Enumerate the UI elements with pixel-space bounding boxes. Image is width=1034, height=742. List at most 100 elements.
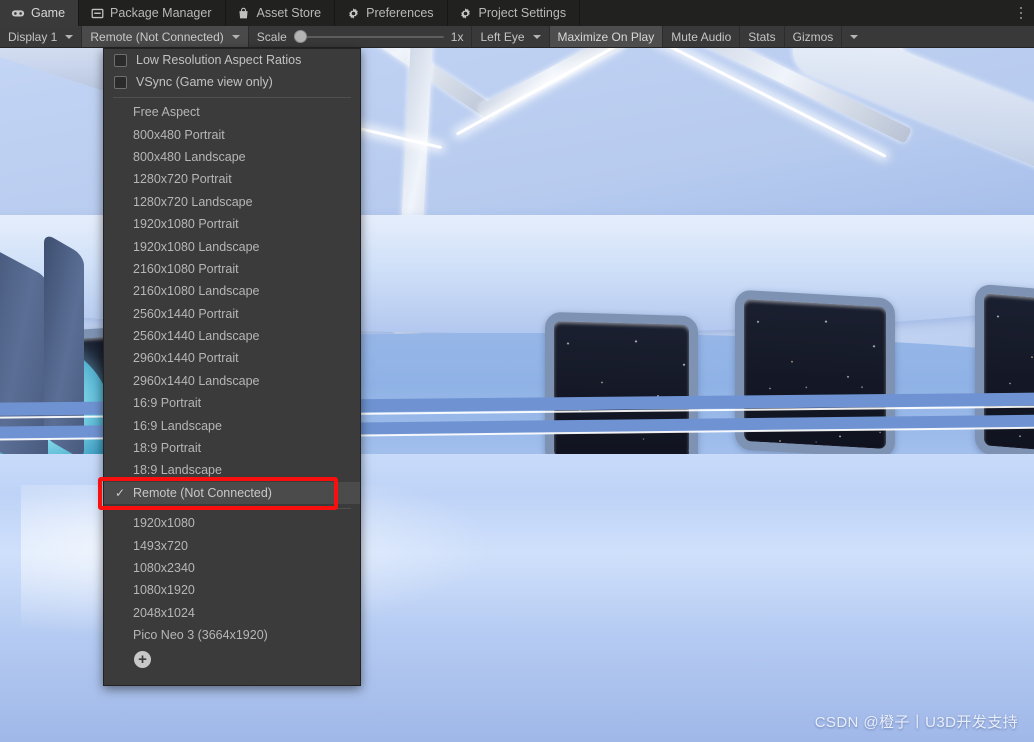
menu-item-800x480-landscape[interactable]: 800x480 Landscape bbox=[104, 146, 360, 168]
tab-package-manager[interactable]: Package Manager bbox=[79, 0, 226, 26]
menu-toggle-label: VSync (Game view only) bbox=[136, 75, 273, 89]
menu-item-label: 1920x1080 Portrait bbox=[133, 217, 239, 232]
watermark-text: CSDN @橙子丨U3D开发支持 bbox=[814, 714, 1018, 731]
scale-label: Scale bbox=[256, 29, 287, 44]
menu-item-2160x1080-portrait[interactable]: 2160x1080 Portrait bbox=[104, 258, 360, 280]
menu-item-label: 1080x1920 bbox=[133, 583, 195, 598]
menu-item-label: Pico Neo 3 (3664x1920) bbox=[133, 628, 268, 643]
eye-selector-dropdown[interactable]: Left Eye bbox=[472, 26, 550, 47]
chevron-down-icon bbox=[65, 34, 74, 39]
menu-item-2048x1024[interactable]: 2048x1024 bbox=[104, 602, 360, 624]
menu-item-label: 1080x2340 bbox=[133, 561, 195, 575]
tab-label: Project Settings bbox=[478, 6, 567, 20]
chevron-down-icon bbox=[532, 34, 541, 39]
menu-item-label: 2160x1080 Portrait bbox=[133, 261, 239, 276]
unity-game-view-window: Game Package Manager Asset Store Prefere… bbox=[0, 0, 1034, 742]
scale-slider[interactable] bbox=[293, 30, 444, 44]
menu-item-pico-neo-3[interactable]: Pico Neo 3 (3664x1920) bbox=[104, 624, 360, 646]
menu-item-free-aspect[interactable]: Free Aspect bbox=[104, 101, 360, 123]
menu-toggle-vsync[interactable]: VSync (Game view only) bbox=[104, 71, 360, 93]
editor-tab-bar: Game Package Manager Asset Store Prefere… bbox=[0, 0, 1034, 26]
menu-item-label: 1920x1080 bbox=[133, 516, 195, 531]
checkbox-unchecked-icon[interactable] bbox=[114, 53, 127, 67]
menu-item-label: 1280x720 Landscape bbox=[133, 194, 253, 209]
scale-control: Scale 1x bbox=[249, 26, 473, 47]
menu-item-18-9-portrait[interactable]: 18:9 Portrait bbox=[104, 437, 360, 459]
menu-item-label: 800x480 Portrait bbox=[133, 127, 225, 142]
menu-item-18-9-landscape[interactable]: 18:9 Landscape bbox=[104, 459, 360, 481]
display-selector-dropdown[interactable]: Display 1 bbox=[0, 26, 83, 47]
aspect-ratio-label: Remote (Not Connected) bbox=[90, 29, 224, 44]
gear-icon bbox=[346, 6, 360, 20]
shopping-bag-icon bbox=[237, 6, 251, 20]
aspect-ratio-dropdown[interactable]: Remote (Not Connected) bbox=[82, 26, 249, 47]
menu-item-label: 1493x720 bbox=[133, 538, 188, 553]
menu-item-1080x1920[interactable]: 1080x1920 bbox=[104, 579, 360, 601]
menu-item-16-9-portrait[interactable]: 16:9 Portrait bbox=[104, 392, 360, 414]
maximize-on-play-label: Maximize On Play bbox=[557, 29, 655, 44]
display-selector-label: Display 1 bbox=[8, 29, 58, 44]
menu-item-1493x720[interactable]: 1493x720 bbox=[104, 534, 360, 556]
tab-game[interactable]: Game bbox=[0, 0, 80, 26]
gizmos-dropdown[interactable] bbox=[842, 26, 864, 47]
menu-toggle-label: Low Resolution Aspect Ratios bbox=[136, 53, 302, 67]
menu-item-800x480-portrait[interactable]: 800x480 Portrait bbox=[104, 123, 360, 145]
eye-selector-label: Left Eye bbox=[480, 29, 525, 44]
menu-item-label: 2960x1440 Landscape bbox=[133, 373, 260, 388]
menu-item-label: 16:9 Portrait bbox=[133, 396, 202, 411]
menu-item-1280x720-portrait[interactable]: 1280x720 Portrait bbox=[104, 168, 360, 190]
chevron-down-icon bbox=[850, 34, 859, 39]
tab-asset-store[interactable]: Asset Store bbox=[226, 0, 336, 26]
mute-audio-button[interactable]: Mute Audio bbox=[663, 26, 741, 47]
scale-slider-track bbox=[293, 35, 444, 38]
gizmos-button[interactable]: Gizmos bbox=[785, 26, 843, 47]
menu-item-2560x1440-landscape[interactable]: 2560x1440 Landscape bbox=[104, 325, 360, 347]
chevron-down-icon bbox=[231, 34, 240, 39]
scene-window bbox=[975, 283, 1034, 463]
gear-icon bbox=[459, 6, 473, 20]
aspect-ratio-dropdown-menu: Low Resolution Aspect Ratios VSync (Game… bbox=[98, 48, 361, 686]
checkbox-unchecked-icon[interactable] bbox=[114, 75, 127, 89]
scale-value: 1x bbox=[450, 29, 464, 44]
menu-item-1280x720-landscape[interactable]: 1280x720 Landscape bbox=[104, 191, 360, 213]
menu-item-label: 2960x1440 Portrait bbox=[133, 351, 239, 366]
menu-item-2960x1440-portrait[interactable]: 2960x1440 Portrait bbox=[104, 347, 360, 369]
add-icon[interactable]: + bbox=[134, 650, 151, 668]
add-resolution-row: + bbox=[104, 646, 360, 672]
menu-item-2160x1080-landscape[interactable]: 2160x1080 Landscape bbox=[104, 280, 360, 302]
menu-item-1920x1080[interactable]: 1920x1080 bbox=[104, 512, 360, 534]
tab-label: Preferences bbox=[366, 6, 434, 20]
menu-separator bbox=[113, 508, 351, 510]
menu-item-2960x1440-landscape[interactable]: 2960x1440 Landscape bbox=[104, 370, 360, 392]
stats-label: Stats bbox=[748, 29, 776, 44]
kebab-menu-icon[interactable] bbox=[1008, 0, 1034, 26]
menu-item-16-9-landscape[interactable]: 16:9 Landscape bbox=[104, 414, 360, 436]
scene-pillar bbox=[0, 238, 48, 478]
menu-item-label: 2560x1440 Landscape bbox=[133, 329, 260, 344]
menu-toggle-low-resolution-aspect-ratios[interactable]: Low Resolution Aspect Ratios bbox=[104, 49, 360, 71]
tab-preferences[interactable]: Preferences bbox=[335, 0, 448, 26]
menu-item-1920x1080-landscape[interactable]: 1920x1080 Landscape bbox=[104, 235, 360, 257]
menu-item-label: Free Aspect bbox=[133, 105, 200, 120]
scene-window bbox=[545, 311, 698, 471]
scale-slider-knob[interactable] bbox=[293, 30, 307, 43]
gamepad-icon bbox=[11, 6, 25, 20]
menu-item-label: 2160x1080 Landscape bbox=[133, 284, 260, 299]
scene-starfield bbox=[554, 321, 689, 461]
maximize-on-play-button[interactable]: Maximize On Play bbox=[549, 26, 664, 47]
tab-bar-spacer bbox=[580, 0, 1008, 26]
menu-item-remote-not-connected[interactable]: ✓ Remote (Not Connected) bbox=[98, 476, 360, 510]
menu-item-2560x1440-portrait[interactable]: 2560x1440 Portrait bbox=[104, 303, 360, 325]
package-icon bbox=[90, 6, 104, 20]
menu-item-label: 800x480 Landscape bbox=[133, 149, 246, 164]
menu-item-1920x1080-portrait[interactable]: 1920x1080 Portrait bbox=[104, 213, 360, 235]
menu-item-label: 18:9 Landscape bbox=[133, 463, 222, 478]
menu-separator bbox=[113, 97, 351, 98]
stats-button[interactable]: Stats bbox=[740, 26, 785, 47]
menu-item-label: 2048x1024 bbox=[133, 605, 195, 620]
tab-label: Game bbox=[31, 6, 66, 20]
menu-item-1080x2340[interactable]: 1080x2340 bbox=[104, 557, 360, 579]
mute-audio-label: Mute Audio bbox=[671, 29, 732, 44]
gizmos-label: Gizmos bbox=[792, 29, 834, 44]
tab-project-settings[interactable]: Project Settings bbox=[448, 0, 581, 26]
